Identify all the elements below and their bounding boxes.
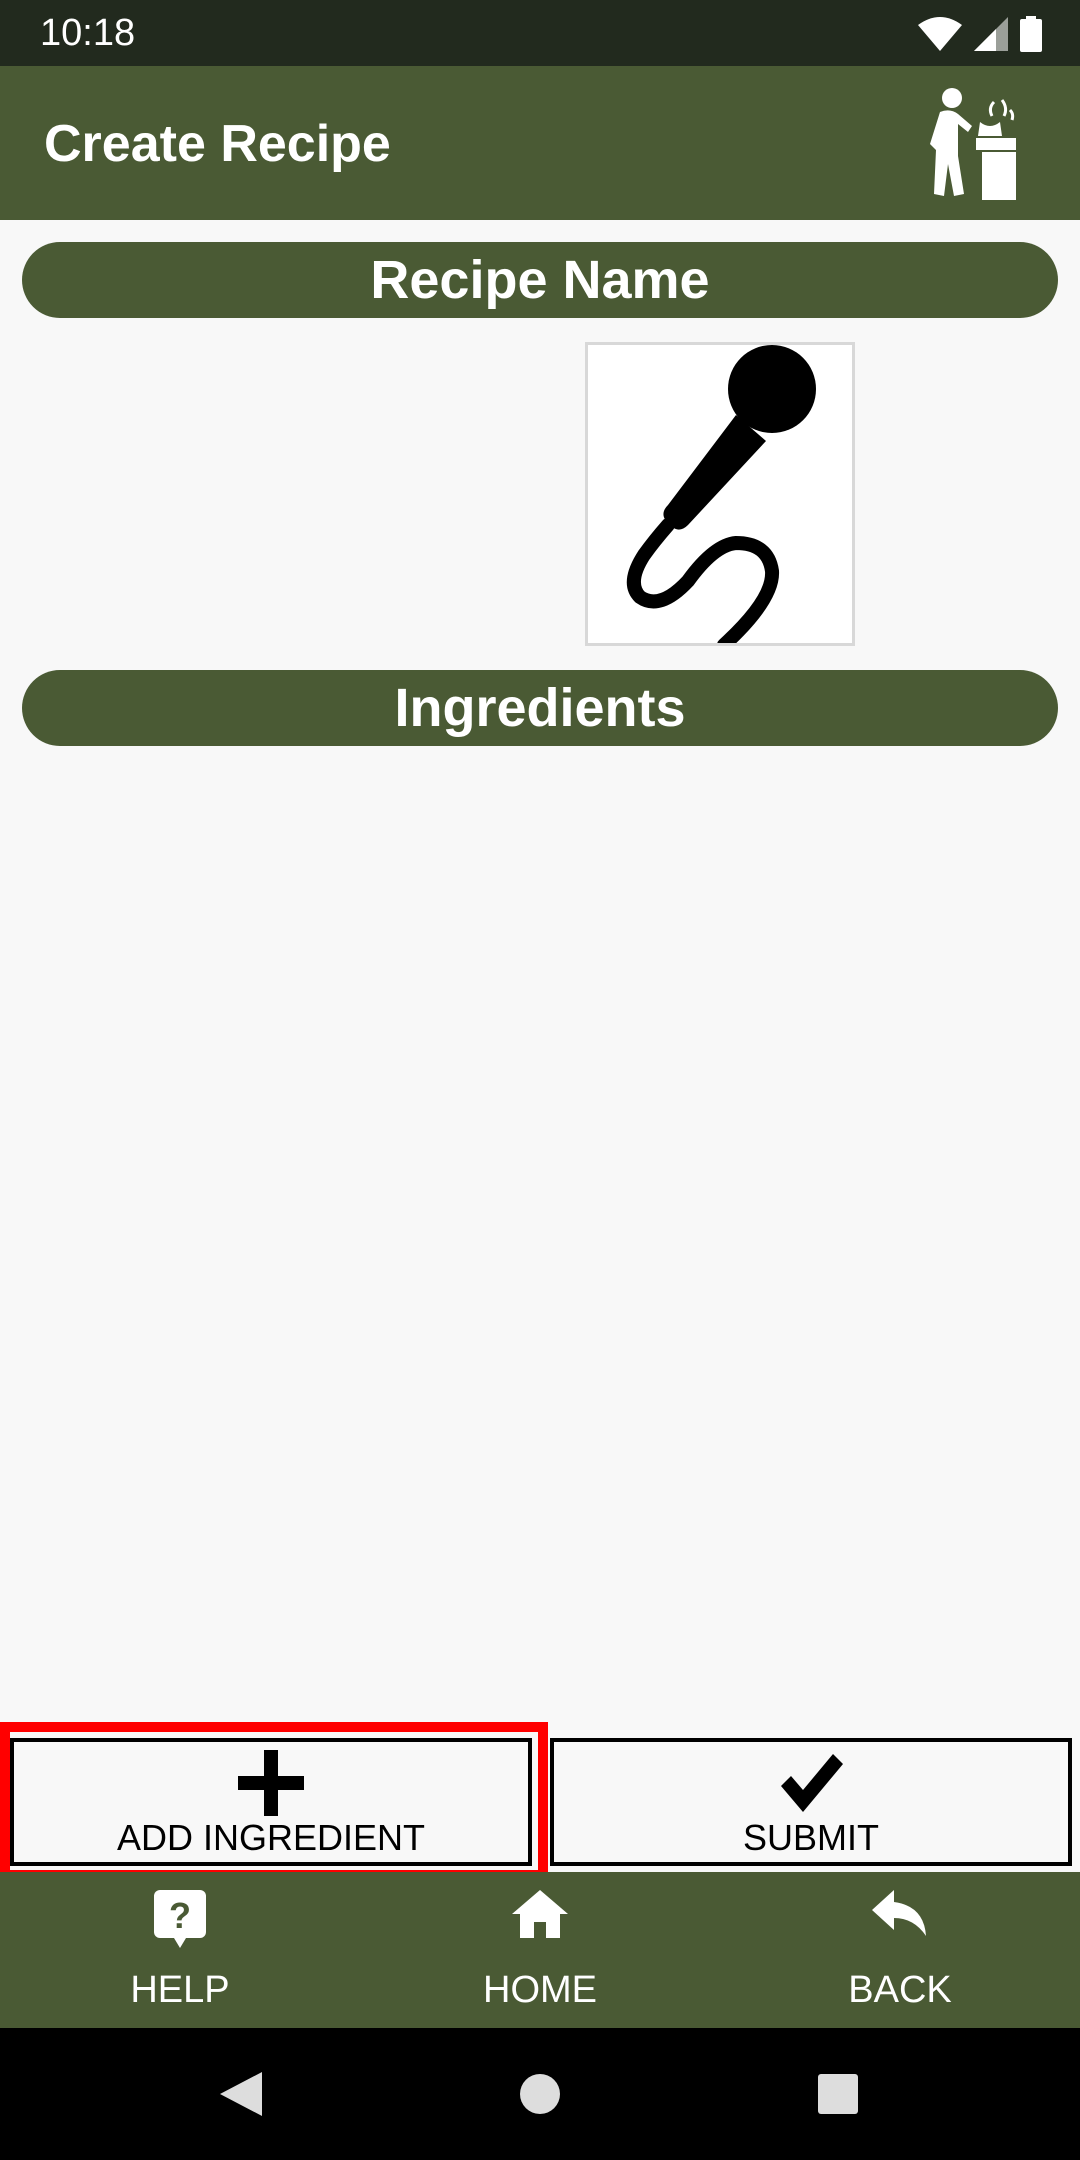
- status-bar: 10:18: [0, 0, 1080, 66]
- submit-button[interactable]: SUBMIT: [550, 1738, 1072, 1866]
- system-back-icon[interactable]: [180, 2028, 300, 2160]
- create-recipe-screen: 10:18 Create Recipe Recipe Name Ingredie…: [0, 0, 1080, 2160]
- help-icon: ?: [154, 1890, 206, 1948]
- submit-label: SUBMIT: [742, 1817, 879, 1858]
- nav-help-label: HELP: [130, 1969, 230, 2011]
- status-icons: [918, 14, 1042, 54]
- bottom-nav: ? HELP HOME BACK: [0, 1872, 1080, 2028]
- plus-icon: [238, 1750, 304, 1816]
- nav-back[interactable]: BACK: [780, 1872, 1020, 2028]
- ingredients-list: [0, 760, 1080, 1720]
- system-recents-icon[interactable]: [778, 2028, 898, 2160]
- svg-text:?: ?: [169, 1895, 191, 1936]
- add-ingredient-button[interactable]: ADD INGREDIENT: [10, 1738, 532, 1866]
- ingredients-header: Ingredients: [22, 670, 1058, 746]
- home-icon: [512, 1890, 568, 1938]
- checkmark-icon: [781, 1754, 843, 1812]
- add-ingredient-label: ADD INGREDIENT: [116, 1817, 426, 1858]
- nav-home-label: HOME: [483, 1969, 597, 2011]
- nav-help[interactable]: ? HELP: [60, 1872, 300, 2028]
- nav-home[interactable]: HOME: [420, 1872, 660, 2028]
- page-title: Create Recipe: [44, 115, 391, 173]
- app-bar: Create Recipe: [0, 66, 1080, 220]
- nav-back-label: BACK: [848, 1969, 952, 2011]
- status-time: 10:18: [40, 12, 136, 54]
- voice-input-button[interactable]: [585, 342, 855, 646]
- reply-back-icon: [872, 1890, 926, 1936]
- battery-icon: [1020, 16, 1042, 52]
- system-navigation-bar: [0, 2028, 1080, 2160]
- system-home-icon[interactable]: [480, 2028, 600, 2160]
- chef-cooking-icon: [930, 88, 1016, 200]
- recipe-name-header: Recipe Name: [22, 242, 1058, 318]
- wifi-icon: [918, 17, 962, 51]
- cell-signal-icon: [974, 17, 1008, 51]
- microphone-icon: [627, 345, 816, 643]
